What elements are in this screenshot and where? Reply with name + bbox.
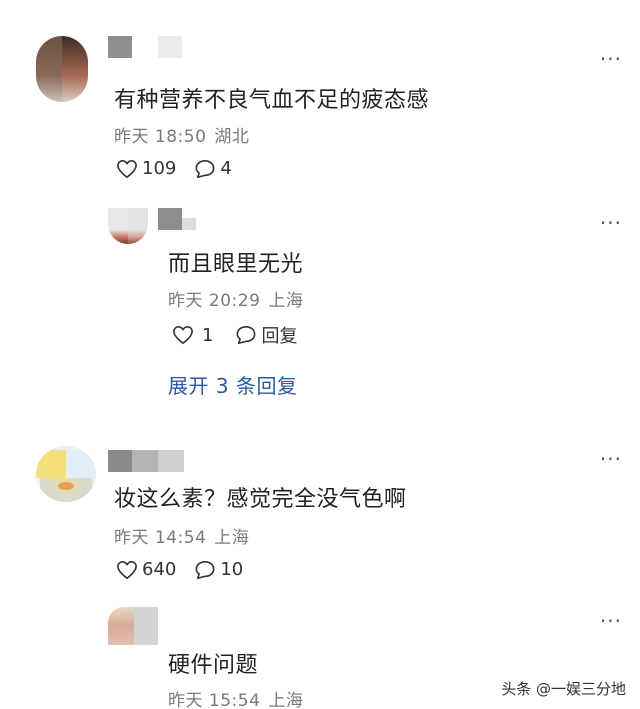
- reply-button[interactable]: 10: [194, 559, 243, 580]
- like-count: 640: [142, 559, 177, 580]
- like-button[interactable]: 109: [116, 158, 176, 179]
- reply-count: 10: [220, 559, 244, 580]
- speech-bubble-icon: [195, 159, 215, 178]
- username-blurred[interactable]: [158, 208, 196, 230]
- expand-replies-link[interactable]: 展开 3 条回复: [168, 370, 297, 399]
- reply-button[interactable]: 回复: [235, 322, 297, 348]
- speech-bubble-icon: [195, 560, 215, 579]
- more-options-icon[interactable]: ···: [600, 49, 622, 69]
- comment-meta: 昨天 18:50 湖北: [114, 122, 249, 147]
- comment-meta: 昨天 15:54 上海: [168, 686, 303, 709]
- comment-text: 而且眼里无光: [168, 252, 304, 277]
- comment-location: 湖北: [214, 127, 250, 147]
- reply-label: 回复: [261, 326, 298, 347]
- like-button[interactable]: 1: [172, 325, 213, 346]
- comment-text: 妆这么素？感觉完全没气色啊: [114, 487, 407, 512]
- comment-actions: 640 10: [116, 559, 243, 580]
- watermark: 头条 @一娱三分地: [501, 680, 626, 698]
- comment-meta: 昨天 20:29 上海: [168, 286, 303, 311]
- comment-actions: 109 4: [116, 158, 232, 179]
- comment-actions: 1 回复: [172, 322, 297, 348]
- reply-count: 4: [220, 158, 232, 179]
- avatar[interactable]: [108, 607, 158, 645]
- like-count: 1: [202, 324, 214, 346]
- comment-time: 昨天 14:54: [114, 528, 207, 548]
- heart-icon: [117, 159, 137, 178]
- comment-location: 上海: [268, 291, 304, 311]
- avatar[interactable]: [108, 208, 148, 244]
- heart-icon: [173, 325, 193, 345]
- comment-time: 昨天 20:29: [168, 291, 261, 311]
- more-options-icon[interactable]: ···: [600, 611, 622, 631]
- comment-text: 硬件问题: [168, 653, 259, 678]
- speech-bubble-icon: [236, 326, 256, 344]
- heart-icon: [117, 560, 137, 579]
- comment-location: 上海: [214, 528, 250, 548]
- comment-location: 上海: [268, 691, 304, 709]
- like-button[interactable]: 640: [116, 559, 176, 580]
- avatar[interactable]: [36, 446, 96, 502]
- avatar[interactable]: [36, 36, 88, 102]
- reply-button[interactable]: 4: [194, 158, 232, 179]
- more-options-icon[interactable]: ···: [600, 449, 622, 469]
- like-count: 109: [142, 158, 177, 179]
- more-options-icon[interactable]: ···: [600, 213, 622, 233]
- comment-meta: 昨天 14:54 上海: [114, 523, 249, 548]
- username-blurred[interactable]: [108, 450, 184, 472]
- comment-time: 昨天 18:50: [114, 127, 207, 147]
- comment-list: ··· 有种营养不良气血不足的疲态感 昨天 18:50 湖北 109 4 ···…: [0, 0, 640, 709]
- username-blurred[interactable]: [108, 36, 182, 58]
- comment-time: 昨天 15:54: [168, 691, 261, 709]
- comment-text: 有种营养不良气血不足的疲态感: [114, 88, 430, 113]
